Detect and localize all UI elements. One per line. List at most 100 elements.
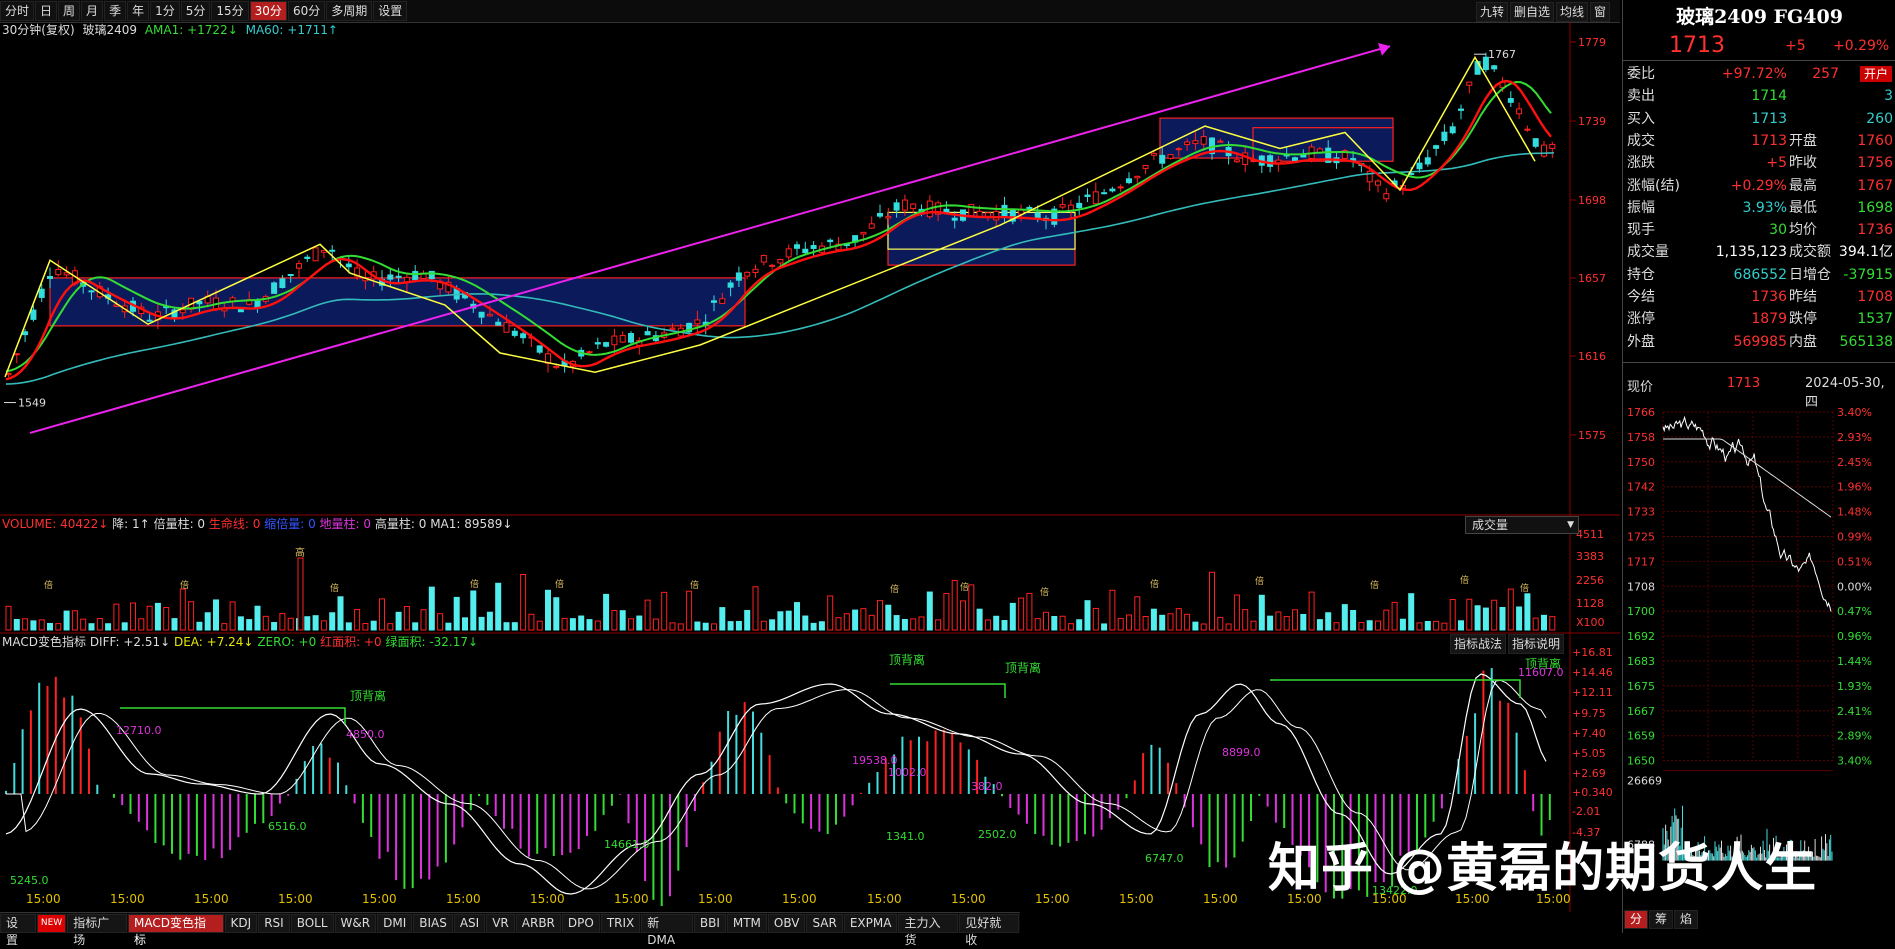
macd-tick: +12.11: [1572, 686, 1613, 699]
quote-label: 成交量: [1627, 244, 1669, 261]
period-tab[interactable]: 多周期: [326, 1, 373, 21]
indicator-tab[interactable]: 指标广场: [67, 913, 127, 947]
period-tab[interactable]: 5分: [180, 1, 211, 21]
quote-row: 今结 1736 昨结 1708: [1627, 286, 1893, 308]
period-tab[interactable]: 30分: [249, 1, 287, 21]
open-account-button[interactable]: 开户: [1860, 66, 1892, 82]
volume-bar: [1159, 614, 1166, 631]
candle: [711, 300, 717, 303]
mini-right-tick: 3.40%: [1837, 406, 1872, 419]
mini-price: 1713: [1727, 376, 1761, 391]
volume-selector[interactable]: 成交量 ▼: [1465, 516, 1579, 534]
candle: [951, 217, 958, 221]
chart-canvas[interactable]: 1779 1739 1698 1657 1616 1575 1767 1549 4511 3383…: [0, 22, 1620, 912]
volume-bar: [1524, 593, 1531, 631]
indicator-tab[interactable]: 主力入货: [898, 913, 959, 947]
period-tab[interactable]: 15分: [211, 1, 249, 21]
mini-left-tick: 1750: [1627, 456, 1655, 469]
volume-bar: [1316, 619, 1323, 631]
chart-tool-button[interactable]: 删自选: [1509, 2, 1554, 22]
indicator-strategy-button[interactable]: 指标战法: [1450, 634, 1507, 654]
chart-tool-button[interactable]: 九转: [1475, 2, 1508, 22]
volume-bar: [536, 620, 543, 631]
beiliang-value: 倍量柱: 0: [153, 517, 206, 531]
chart-tool-button[interactable]: 均线: [1555, 2, 1588, 22]
candle: [1117, 186, 1124, 189]
indicator-tab[interactable]: KDJ: [224, 913, 258, 933]
trend-line: [29, 45, 1391, 434]
indicator-tab[interactable]: MACD变色指标: [127, 913, 224, 947]
indicator-help-button[interactable]: 指标说明: [1508, 634, 1565, 654]
volume-bar: [1051, 616, 1058, 631]
period-tab[interactable]: 1分: [150, 1, 180, 21]
volume-bar: [1225, 623, 1232, 631]
period-tab[interactable]: 季: [104, 1, 127, 21]
volume-bar: [138, 618, 145, 631]
indicator-tab[interactable]: SAR: [806, 913, 843, 933]
volume-bar: [188, 601, 195, 631]
indicator-tab[interactable]: ARBR: [515, 913, 561, 933]
new-badge: NEW: [36, 913, 67, 933]
quote-value: 1713: [1751, 132, 1787, 149]
period-tab[interactable]: 周: [58, 1, 81, 21]
divider: [1623, 60, 1895, 61]
mini-tab-yan[interactable]: 焰: [1674, 910, 1699, 929]
period-tab[interactable]: 60分: [287, 1, 326, 21]
period-tab[interactable]: 月: [81, 1, 104, 21]
mini-left-tick: 1742: [1627, 481, 1655, 494]
mini-tab-fen[interactable]: 分: [1624, 910, 1649, 929]
volume-bar: [827, 595, 834, 631]
volume-bar: [38, 619, 45, 631]
volume-bar: [80, 618, 87, 631]
indicator-tab[interactable]: BIAS: [413, 913, 453, 933]
period-tab[interactable]: 年: [127, 1, 150, 21]
indicator-tab[interactable]: OBV: [767, 913, 806, 933]
time-tick: 15:00: [110, 892, 145, 906]
indicator-tab[interactable]: BBI: [693, 913, 726, 933]
high-volume-label: 高: [295, 546, 305, 559]
indicator-tab[interactable]: DMI: [377, 913, 413, 933]
indicator-tab[interactable]: MTM: [726, 913, 767, 933]
jiang-value: 降: 1↑: [112, 517, 150, 531]
candle: [1109, 188, 1116, 192]
indicator-tab[interactable]: 设置: [0, 913, 36, 947]
indicator-tab[interactable]: TRIX: [600, 913, 641, 933]
quote-value: 260: [1866, 110, 1893, 127]
volume-bar: [1300, 613, 1307, 631]
candle: [1134, 175, 1141, 179]
quote-label: 最高: [1789, 177, 1817, 194]
candle: [727, 282, 734, 288]
indicator-tab[interactable]: BOLL: [290, 913, 334, 933]
indicator-tab[interactable]: RSI: [258, 913, 290, 933]
mini-tab-chou[interactable]: 筹: [1649, 910, 1674, 929]
volume-bar: [495, 582, 502, 631]
candle: [910, 203, 917, 210]
indicator-tab[interactable]: VR: [486, 913, 515, 933]
price-tick: 1616: [1578, 350, 1606, 363]
indicator-tab[interactable]: EXPMA: [843, 913, 898, 933]
period-tab[interactable]: 分时: [0, 1, 35, 21]
candle: [611, 335, 618, 346]
candle: [329, 249, 336, 252]
chart-tool-button[interactable]: 窗: [1589, 2, 1610, 22]
area-label: 6516.0: [268, 820, 307, 833]
indicator-tab[interactable]: ASI: [453, 913, 486, 933]
quote-label: 成交额: [1789, 244, 1831, 261]
indicator-tab[interactable]: W&R: [334, 913, 377, 933]
volume-bar: [1267, 615, 1274, 631]
candle: [1449, 126, 1456, 134]
indicator-tab[interactable]: 新DMA: [641, 913, 693, 947]
volume-bar: [794, 602, 800, 631]
indicator-tab[interactable]: 见好就收: [959, 913, 1019, 947]
quote-label: 买入: [1627, 110, 1655, 127]
macd-green-area: 绿面积: -32.17↓: [385, 635, 479, 649]
volume-bar: [735, 620, 742, 631]
candle: [179, 309, 186, 314]
period-tab[interactable]: 设置: [373, 1, 408, 21]
indicator-tab[interactable]: DPO: [561, 913, 600, 933]
mini-right-tick: 2.89%: [1837, 730, 1872, 743]
candle: [619, 334, 626, 343]
candle: [893, 202, 900, 211]
period-tab[interactable]: 日: [35, 1, 58, 21]
quote-row: 成交量 1,135,123 成交额 394.1亿: [1627, 241, 1893, 263]
